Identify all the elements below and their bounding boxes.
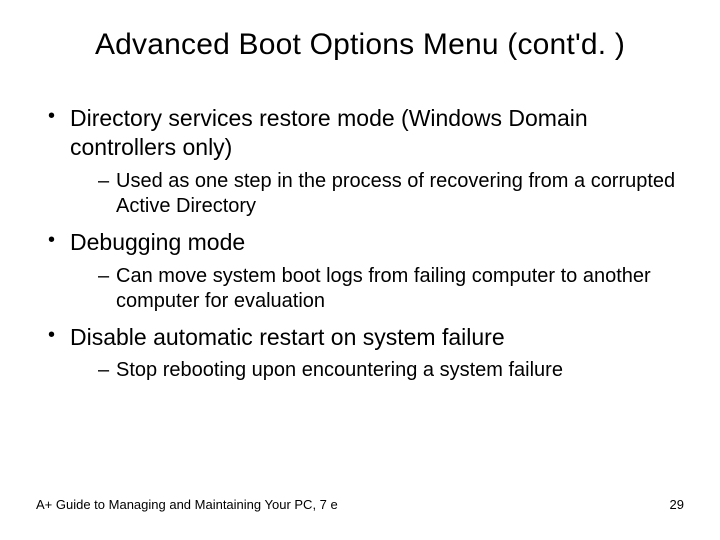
list-item: Debugging mode Can move system boot logs… bbox=[44, 228, 684, 315]
list-item: Used as one step in the process of recov… bbox=[98, 169, 684, 220]
slide-title: Advanced Boot Options Menu (cont'd. ) bbox=[36, 28, 684, 62]
list-item: Stop rebooting upon encountering a syste… bbox=[98, 358, 684, 384]
bullet-text: Directory services restore mode (Windows… bbox=[70, 105, 588, 160]
sub-list: Can move system boot logs from failing c… bbox=[70, 264, 684, 315]
sub-bullet-text: Stop rebooting upon encountering a syste… bbox=[116, 359, 563, 381]
list-item: Directory services restore mode (Windows… bbox=[44, 104, 684, 220]
slide: Advanced Boot Options Menu (cont'd. ) Di… bbox=[0, 0, 720, 540]
sub-bullet-text: Used as one step in the process of recov… bbox=[116, 170, 675, 218]
footer: A+ Guide to Managing and Maintaining You… bbox=[36, 497, 684, 512]
list-item: Can move system boot logs from failing c… bbox=[98, 264, 684, 315]
bullet-list: Directory services restore mode (Windows… bbox=[36, 104, 684, 384]
sub-list: Used as one step in the process of recov… bbox=[70, 169, 684, 220]
page-number: 29 bbox=[670, 497, 684, 512]
sub-list: Stop rebooting upon encountering a syste… bbox=[70, 358, 684, 384]
bullet-text: Disable automatic restart on system fail… bbox=[70, 324, 505, 350]
footer-left: A+ Guide to Managing and Maintaining You… bbox=[36, 497, 338, 512]
bullet-text: Debugging mode bbox=[70, 229, 245, 255]
sub-bullet-text: Can move system boot logs from failing c… bbox=[116, 265, 651, 313]
list-item: Disable automatic restart on system fail… bbox=[44, 323, 684, 384]
